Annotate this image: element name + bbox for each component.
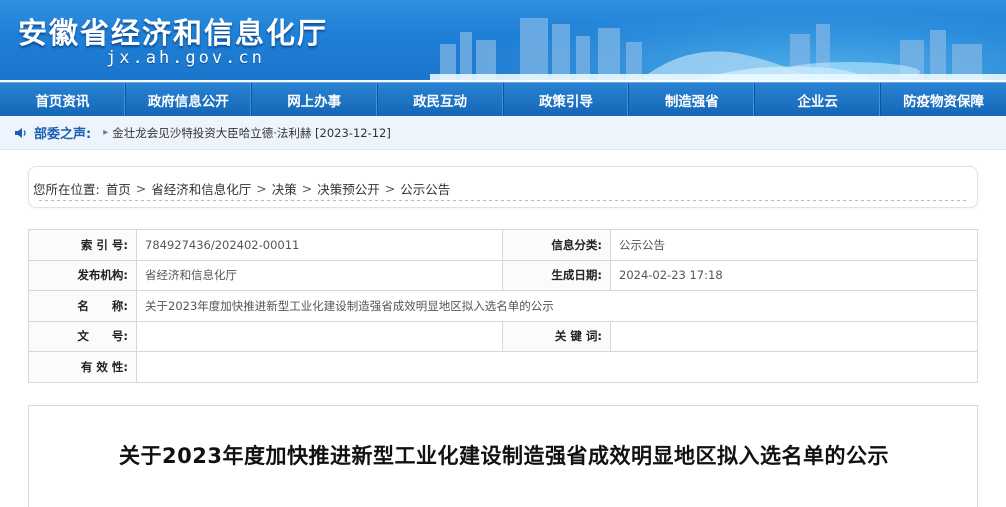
- document-info-table: 索 引 号: 784927436/202402-00011 信息分类: 公示公告…: [28, 229, 978, 383]
- category-value: 公示公告: [610, 229, 978, 261]
- docno-label: 文 号:: [28, 320, 137, 352]
- validity-value: [136, 351, 978, 383]
- breadcrumb-box: 您所在位置: 首页 > 省经济和信息化厅 > 决策 > 决策预公开 > 公示公告: [28, 166, 978, 208]
- breadcrumb: 您所在位置: 首页 > 省经济和信息化厅 > 决策 > 决策预公开 > 公示公告: [33, 179, 450, 198]
- table-row: 名 称: 关于2023年度加快推进新型工业化建设制造强省成效明显地区拟入选名单的…: [28, 290, 978, 322]
- breadcrumb-separator: >: [301, 181, 313, 196]
- site-title: 安徽省经济和信息化厅: [18, 16, 329, 50]
- nav-item-manufacturing[interactable]: 制造强省: [629, 83, 756, 116]
- nav-item-epidemic-supplies[interactable]: 防疫物资保障: [881, 83, 1006, 116]
- publisher-label: 发布机构:: [28, 259, 137, 291]
- site-domain: jx.ah.gov.cn: [106, 48, 265, 68]
- breadcrumb-home[interactable]: 首页: [106, 179, 131, 198]
- name-value: 关于2023年度加快推进新型工业化建设制造强省成效明显地区拟入选名单的公示: [136, 290, 978, 322]
- nav-item-policy[interactable]: 政策引导: [504, 83, 630, 116]
- article-title: 关于2023年度加快推进新型工业化建设制造强省成效明显地区拟入选名单的公示: [119, 444, 889, 468]
- nav-item-home-news[interactable]: 首页资讯: [0, 83, 126, 116]
- docno-value: [136, 320, 503, 352]
- nav-item-gov-info[interactable]: 政府信息公开: [126, 83, 252, 116]
- table-row: 有 效 性:: [28, 351, 978, 383]
- keywords-label: 关 键 词:: [502, 320, 611, 352]
- keywords-value: [610, 320, 978, 352]
- date-label: 生成日期:: [502, 259, 611, 291]
- breadcrumb-pre-disclosure[interactable]: 决策预公开: [317, 179, 380, 198]
- validity-label: 有 效 性:: [28, 351, 137, 383]
- main-nav: 首页资讯 政府信息公开 网上办事 政民互动 政策引导 制造强省 企业云 防疫物资…: [0, 82, 1006, 116]
- table-row: 索 引 号: 784927436/202402-00011 信息分类: 公示公告: [28, 229, 978, 261]
- city-skyline-image: [430, 18, 1006, 80]
- breadcrumb-separator: >: [135, 181, 147, 196]
- index-value: 784927436/202402-00011: [136, 229, 503, 261]
- breadcrumb-dept[interactable]: 省经济和信息化厅: [151, 179, 251, 198]
- breadcrumb-decision[interactable]: 决策: [272, 179, 297, 198]
- index-label: 索 引 号:: [28, 229, 137, 261]
- category-label: 信息分类:: [502, 229, 611, 261]
- notice-label: 部委之声:: [34, 127, 92, 142]
- notice-link[interactable]: 金壮龙会见沙特投资大臣哈立德·法利赫 [2023-12-12]: [112, 125, 391, 141]
- name-label: 名 称:: [28, 290, 137, 322]
- publisher-value: 省经济和信息化厅: [136, 259, 503, 291]
- speaker-icon: [15, 127, 26, 138]
- table-row: 发布机构: 省经济和信息化厅 生成日期: 2024-02-23 17:18: [28, 259, 978, 291]
- site-banner: 安徽省经济和信息化厅 jx.ah.gov.cn: [0, 0, 1006, 80]
- notice-arrow-icon: ▸: [103, 127, 109, 138]
- date-value: 2024-02-23 17:18: [610, 259, 978, 291]
- table-row: 文 号: 关 键 词:: [28, 320, 978, 352]
- notice-bar: 部委之声: ▸ 金壮龙会见沙特投资大臣哈立德·法利赫 [2023-12-12]: [0, 116, 1006, 150]
- breadcrumb-announcements[interactable]: 公示公告: [400, 179, 450, 198]
- nav-item-enterprise-cloud[interactable]: 企业云: [755, 83, 882, 116]
- article-panel: 关于2023年度加快推进新型工业化建设制造强省成效明显地区拟入选名单的公示: [28, 405, 978, 507]
- nav-item-online-services[interactable]: 网上办事: [252, 83, 378, 116]
- breadcrumb-prefix: 您所在位置:: [33, 182, 100, 197]
- breadcrumb-separator: >: [256, 181, 267, 196]
- nav-item-interaction[interactable]: 政民互动: [378, 83, 504, 116]
- breadcrumb-separator: >: [384, 181, 396, 196]
